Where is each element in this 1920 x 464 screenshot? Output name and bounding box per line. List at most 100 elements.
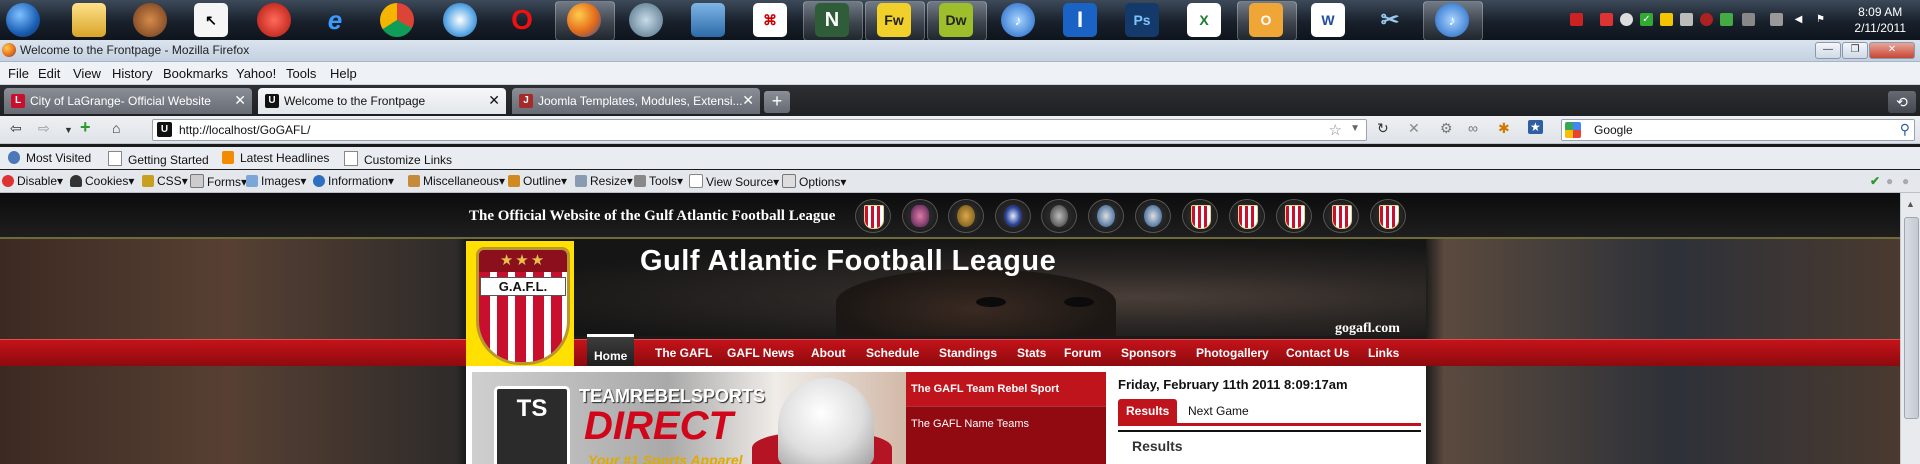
internet-explorer-icon[interactable]: e: [318, 3, 352, 37]
bookmark-latest-headlines[interactable]: Latest Headlines: [222, 151, 329, 165]
outlook-icon[interactable]: O: [1249, 3, 1283, 37]
notepad-plus-icon[interactable]: N: [815, 3, 849, 37]
dev-forms[interactable]: Forms▾: [190, 174, 247, 189]
chrome-icon[interactable]: [380, 3, 414, 37]
home-button[interactable]: ⌂: [112, 120, 120, 136]
menu-yahoo[interactable]: Yahoo!: [236, 66, 276, 81]
nav-contact-us[interactable]: Contact Us: [1286, 346, 1349, 360]
menu-bookmarks[interactable]: Bookmarks: [163, 66, 228, 81]
gear-icon[interactable]: ⚙: [1440, 120, 1453, 137]
nav-gafl-news[interactable]: GAFL News: [727, 346, 794, 360]
minimize-button[interactable]: —: [1815, 42, 1841, 59]
scrollbar-thumb[interactable]: [1904, 217, 1919, 419]
dev-outline[interactable]: Outline▾: [508, 174, 567, 188]
tray-shield-icon[interactable]: [1700, 13, 1713, 26]
promo-slide-item[interactable]: The GAFL Name Teams: [906, 406, 1106, 441]
dev-images[interactable]: Images▾: [246, 174, 306, 188]
dev-information[interactable]: Information▾: [313, 174, 394, 188]
nav-about[interactable]: About: [811, 346, 846, 360]
word-icon[interactable]: W: [1311, 3, 1345, 37]
menu-file[interactable]: File: [8, 66, 29, 81]
dev-tools[interactable]: Tools▾: [634, 174, 683, 188]
nav-standings[interactable]: Standings: [939, 346, 997, 360]
url-dropdown-icon[interactable]: ▼: [1350, 123, 1360, 134]
tray-network-icon[interactable]: [1680, 13, 1693, 26]
close-tab-icon[interactable]: ✕: [742, 92, 754, 109]
team-logo-icon[interactable]: [995, 199, 1031, 233]
close-tab-icon[interactable]: ✕: [488, 92, 500, 109]
google-icon[interactable]: [1565, 122, 1581, 138]
status-circle-icon-2[interactable]: ●: [1902, 174, 1909, 188]
nav-photogallery[interactable]: Photogallery: [1196, 346, 1269, 360]
team-logo-icon[interactable]: [855, 199, 891, 233]
gafl-logo[interactable]: ★★★ G.A.F.L.: [466, 241, 574, 367]
fireworks-icon[interactable]: Fw: [877, 3, 911, 37]
tab-joomla[interactable]: J Joomla Templates, Modules, Extensi... …: [512, 88, 760, 114]
menu-edit[interactable]: Edit: [38, 66, 60, 81]
bookmark-getting-started[interactable]: Getting Started: [108, 151, 209, 167]
promo-banner[interactable]: TS TEAMREBELSPORTS DIRECT Your #1 Sports…: [472, 372, 906, 464]
tray-power-icon[interactable]: [1770, 13, 1783, 26]
list-all-tabs-button[interactable]: ⟲: [1888, 91, 1916, 113]
start-orb-icon[interactable]: [6, 3, 40, 37]
team-logo-icon[interactable]: [1041, 199, 1077, 233]
snipping-icon[interactable]: ✂: [1373, 3, 1407, 37]
team-logo-icon[interactable]: [1323, 199, 1359, 233]
nav-stats[interactable]: Stats: [1017, 346, 1046, 360]
menu-view[interactable]: View: [73, 66, 101, 81]
tab-results[interactable]: Results: [1118, 399, 1178, 423]
tray-monitor-icon[interactable]: [1742, 13, 1755, 26]
scroll-up-arrow-icon[interactable]: ▲: [1906, 199, 1915, 209]
tray-sync-icon[interactable]: [1720, 13, 1733, 26]
team-logo-icon[interactable]: [948, 199, 984, 233]
dev-css[interactable]: CSS▾: [142, 174, 188, 188]
new-tab-button[interactable]: +: [764, 91, 790, 113]
tab-lagrange[interactable]: L City of LaGrange- Official Website ✕: [4, 88, 252, 114]
dev-disable[interactable]: Disable▾: [2, 174, 63, 188]
dev-options[interactable]: Options▾: [782, 174, 846, 189]
tray-flag-icon[interactable]: ⚑: [1814, 13, 1827, 26]
excel-icon[interactable]: X: [1187, 3, 1221, 37]
nav-forum[interactable]: Forum: [1064, 346, 1101, 360]
opera-icon[interactable]: O: [505, 3, 539, 37]
dev-resize[interactable]: Resize▾: [575, 174, 633, 188]
stop-button[interactable]: ✕: [1408, 120, 1420, 137]
promo-slide-item[interactable]: The GAFL Team Rebel Sport: [906, 372, 1106, 406]
menu-help[interactable]: Help: [330, 66, 357, 81]
tray-disk-icon[interactable]: [1620, 13, 1633, 26]
history-dropdown-icon[interactable]: ▼: [64, 125, 73, 135]
reload-button[interactable]: ↻: [1377, 120, 1389, 137]
nav-links[interactable]: Links: [1368, 346, 1399, 360]
bookmark-customize-links[interactable]: Customize Links: [344, 151, 452, 167]
validation-check-icon[interactable]: ✔: [1870, 174, 1880, 188]
team-logo-icon[interactable]: [902, 199, 938, 233]
close-tab-icon[interactable]: ✕: [234, 92, 246, 109]
nav-the-gafl[interactable]: The GAFL: [655, 346, 712, 360]
dev-view-source[interactable]: View Source▾: [689, 174, 779, 189]
photoshop-icon[interactable]: Ps: [1125, 3, 1159, 37]
close-window-button[interactable]: ✕: [1869, 42, 1915, 59]
nav-sponsors[interactable]: Sponsors: [1121, 346, 1176, 360]
address-bar[interactable]: U http://localhost/GoGAFL/ ☆ ▼: [152, 119, 1367, 141]
forward-button[interactable]: ⇨: [38, 120, 50, 137]
system-clock[interactable]: 8:09 AM 2/11/2011: [1854, 4, 1906, 36]
search-icon[interactable]: ⚲: [1900, 121, 1910, 138]
status-circle-icon[interactable]: ●: [1886, 174, 1893, 188]
addon-star-icon[interactable]: ★: [1528, 120, 1543, 134]
book-icon[interactable]: [691, 3, 725, 37]
team-logo-icon[interactable]: [1229, 199, 1265, 233]
itunes-2-icon[interactable]: ♪: [1435, 3, 1469, 37]
team-logo-icon[interactable]: [1182, 199, 1218, 233]
team-logo-icon[interactable]: [1088, 199, 1124, 233]
tab-frontpage[interactable]: U Welcome to the Frontpage ✕: [258, 88, 506, 114]
tray-gauge-icon[interactable]: [1570, 13, 1583, 26]
page-scrollbar[interactable]: ▲: [1900, 193, 1920, 464]
menu-history[interactable]: History: [112, 66, 152, 81]
add-bookmark-plus-icon[interactable]: +: [80, 117, 91, 138]
tray-volume-icon[interactable]: ◀: [1792, 13, 1805, 26]
explorer-icon[interactable]: [72, 3, 106, 37]
bookmark-star-icon[interactable]: ☆: [1329, 121, 1342, 139]
indesign-icon[interactable]: I: [1063, 3, 1097, 37]
glasses-icon[interactable]: ∞: [1468, 120, 1478, 136]
ccleaner-icon[interactable]: [257, 3, 291, 37]
